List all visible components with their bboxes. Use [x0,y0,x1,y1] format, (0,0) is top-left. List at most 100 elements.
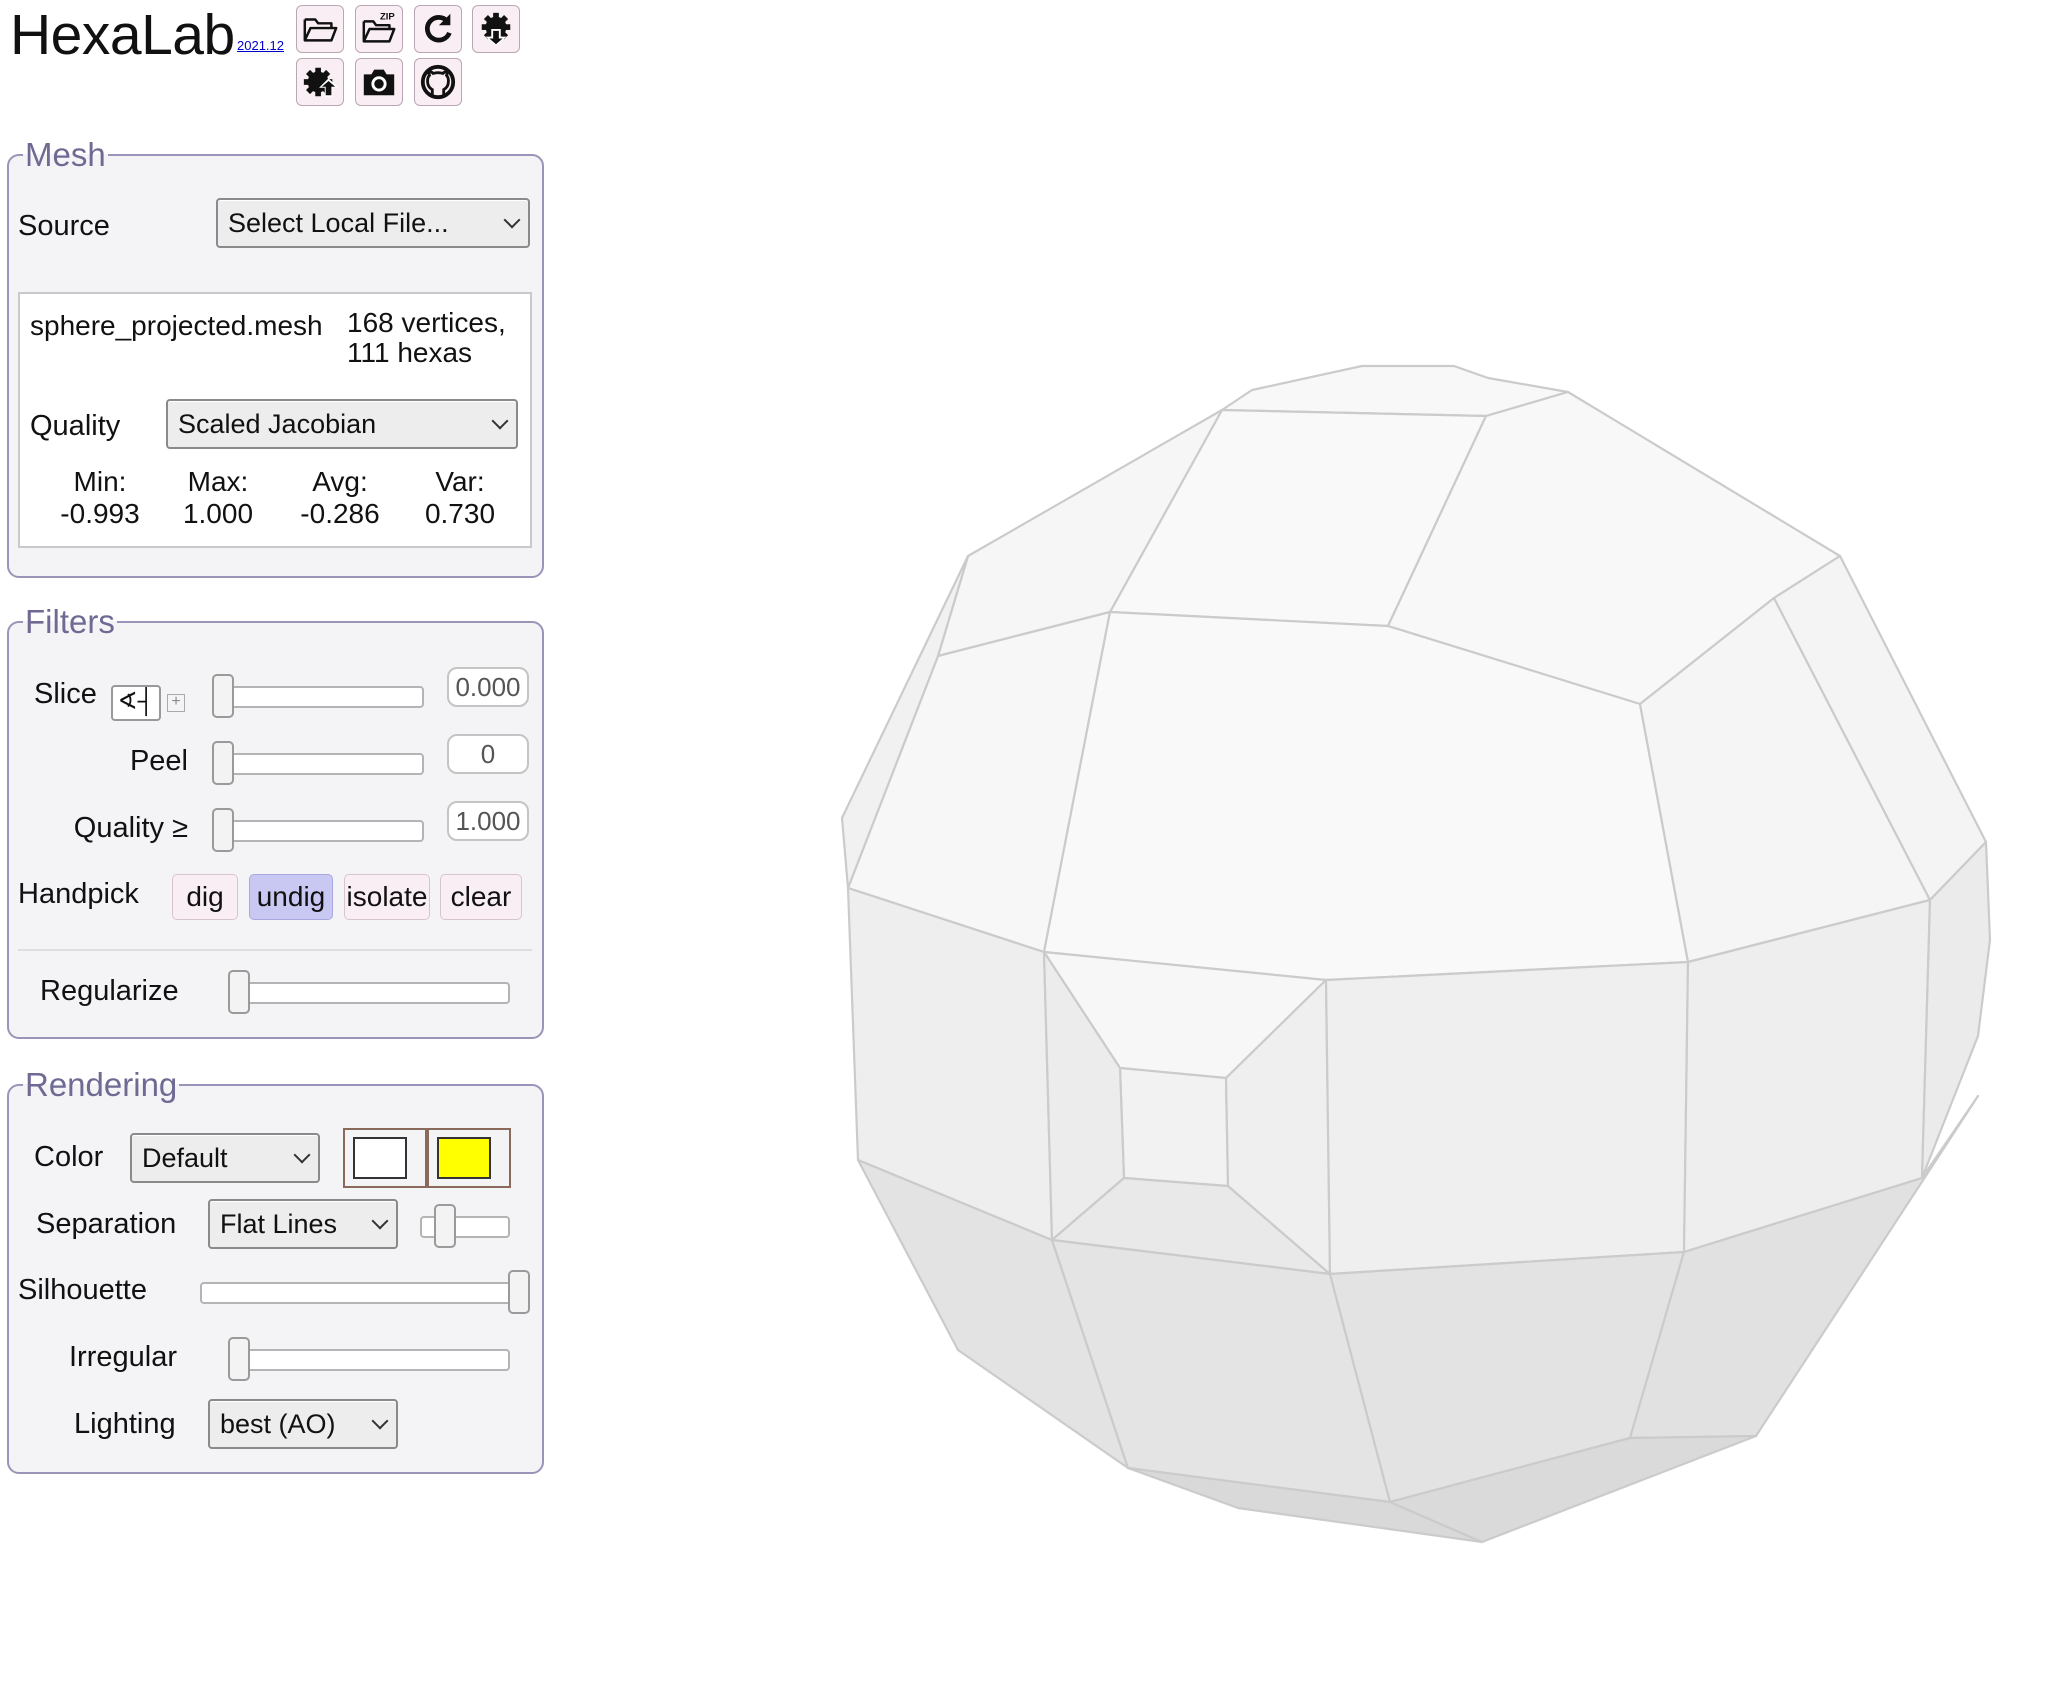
reload-button[interactable] [414,5,462,53]
mesh-face [1324,960,1690,1276]
stat-max-value: 1.000 [182,498,254,529]
silhouette-label: Silhouette [18,1274,147,1306]
slider-thumb[interactable] [212,674,234,718]
peel-slider[interactable] [212,741,424,785]
mesh-filename: sphere_projected.mesh [30,310,323,341]
slice-mode-button[interactable]: ∢┤ [111,685,161,721]
slice-slider[interactable] [212,674,424,718]
slider-thumb[interactable] [228,1337,250,1381]
quality-filter-label: Quality ≥ [73,812,188,844]
settings-upload-icon [303,67,339,98]
app-title: HexaLab [10,3,235,67]
undig-button[interactable]: undig [249,874,333,920]
hexa-count: 111 hexas [347,337,473,368]
lighting-label: Lighting [74,1408,176,1440]
open-folder-icon [303,18,338,42]
quality-filter-value[interactable]: 1.000 [447,801,529,841]
color-swatch-1[interactable] [343,1128,427,1188]
slider-thumb[interactable] [508,1270,530,1314]
settings-download-icon [481,12,511,47]
chevron-down-icon [371,1212,389,1230]
camera-icon [363,69,395,96]
stat-avg-value: -0.286 [300,498,380,529]
hex-mesh-render[interactable] [560,0,2070,1680]
swatch-fill [353,1137,407,1179]
source-label: Source [18,210,110,242]
slider-track [212,753,424,775]
separation-select[interactable]: Flat Lines [208,1199,398,1249]
slice-expand-icon[interactable]: + [167,694,185,712]
irregular-label: Irregular [69,1341,177,1373]
github-icon [420,64,456,100]
slider-thumb[interactable] [212,741,234,785]
stat-var-value: 0.730 [424,498,496,529]
stat-min-value: -0.993 [60,498,140,529]
quality-filter-slider[interactable] [212,808,424,852]
peel-label: Peel [129,745,188,777]
filters-legend: Filters [25,603,115,640]
color-label: Color [34,1141,104,1173]
slider-track [200,1282,530,1304]
clear-button[interactable]: clear [440,874,522,920]
isolate-button[interactable]: isolate [344,874,430,920]
separation-slider[interactable] [420,1204,510,1248]
color-select-value: Default [142,1143,228,1173]
peel-value[interactable]: 0 [447,734,529,774]
slider-thumb[interactable] [434,1204,456,1248]
slice-angle-icon: ∢┤ [117,688,155,715]
source-select-value: Select Local File... [228,208,449,238]
regularize-label: Regularize [40,975,179,1007]
github-button[interactable] [414,58,462,106]
dig-button[interactable]: dig [172,874,238,920]
chevron-down-icon [503,211,521,229]
download-settings-button[interactable] [472,5,520,53]
mesh-legend: Mesh [25,136,106,173]
quality-select[interactable]: Scaled Jacobian [166,399,518,449]
slider-track [228,1349,510,1371]
zip-badge: ZIP [380,12,395,23]
separation-select-value: Flat Lines [220,1209,338,1239]
regularize-slider[interactable] [228,970,510,1014]
stat-var: Var: 0.730 [400,466,520,530]
stat-max: Max: 1.000 [158,466,278,530]
reload-icon [425,13,452,43]
slider-thumb[interactable] [228,970,250,1014]
stat-var-label: Var: [435,466,485,497]
upload-settings-button[interactable] [296,58,344,106]
slider-track [228,982,510,1004]
quality-label: Quality [30,410,121,442]
mesh-viewport[interactable] [560,0,2070,1680]
stat-avg: Avg: -0.286 [280,466,400,530]
stat-min-label: Min: [73,466,127,497]
version-link[interactable]: 2021.12 [237,38,284,53]
slider-track [212,686,424,708]
chevron-down-icon [371,1412,389,1430]
swatch-fill [437,1137,491,1179]
color-select[interactable]: Default [130,1133,320,1183]
open-file-button[interactable] [296,5,344,53]
lighting-select-value: best (AO) [220,1409,336,1439]
stat-min: Min: -0.993 [40,466,160,530]
slice-value[interactable]: 0.000 [447,667,529,707]
separation-label: Separation [36,1208,177,1240]
handpick-label: Handpick [18,878,139,910]
color-swatch-2[interactable] [427,1128,511,1188]
source-select[interactable]: Select Local File... [216,198,530,248]
slice-label: Slice [34,678,97,710]
silhouette-slider[interactable] [200,1270,530,1314]
slider-thumb[interactable] [212,808,234,852]
stat-max-label: Max: [187,466,249,497]
vertex-count: 168 vertices, [347,307,506,338]
chevron-down-icon [491,412,509,430]
irregular-slider[interactable] [228,1337,510,1381]
slider-track [212,820,424,842]
screenshot-button[interactable] [355,58,403,106]
mesh-face [1118,1066,1230,1188]
divider [18,949,532,951]
chevron-down-icon [293,1146,311,1164]
quality-select-value: Scaled Jacobian [178,409,377,439]
open-zip-button[interactable]: ZIP [355,5,403,53]
open-zip-icon: ZIP [362,12,396,43]
rendering-legend: Rendering [25,1066,178,1103]
lighting-select[interactable]: best (AO) [208,1399,398,1449]
